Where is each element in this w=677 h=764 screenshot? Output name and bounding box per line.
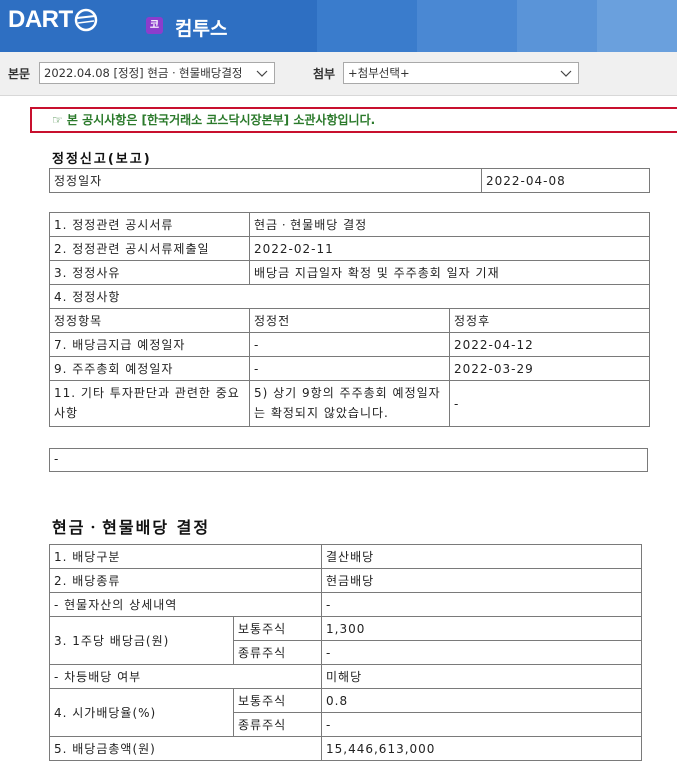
attach-select-value: +첨부선택+ [348, 66, 410, 80]
item-before: 5) 상기 9항의 주주총회 예정일자는 확정되지 않았습니다. [249, 380, 450, 427]
column-header: 정정후 [449, 308, 650, 333]
row-label: - 현물자산의 상세내역 [49, 592, 322, 617]
chevron-down-icon [560, 70, 572, 77]
row-value: 0.8 [321, 688, 642, 713]
table-row: 2. 정정관련 공시서류제출일 2022-02-11 [49, 236, 650, 261]
row-value: - [321, 712, 642, 737]
item-after: 2022-03-29 [449, 356, 650, 381]
row-label: 2. 정정관련 공시서류제출일 [49, 236, 250, 261]
row-label: 2. 배당종류 [49, 568, 322, 593]
row-label: 1. 배당구분 [49, 544, 322, 569]
item-name: 7. 배당금지급 예정일자 [49, 332, 250, 357]
header-decoration [257, 0, 677, 52]
table-row: 11. 기타 투자판단과 관련한 중요사항 5) 상기 9항의 주주총회 예정일… [49, 380, 650, 427]
date-label: 정정일자 [49, 168, 482, 193]
table-row: 3. 1주당 배당금(원) 보통주식 1,300 [49, 616, 642, 665]
column-header: 정정전 [249, 308, 450, 333]
column-header: 정정항목 [49, 308, 250, 333]
company-name[interactable]: 컴투스 [175, 14, 227, 41]
attach-select[interactable]: +첨부선택+ [343, 62, 579, 84]
row-value: - [321, 592, 642, 617]
correction-date-table: 정정일자 2022-04-08 [49, 168, 650, 193]
item-before: - [249, 332, 450, 357]
logo-text: DART [8, 6, 73, 33]
share-class: 종류주식 [233, 712, 322, 737]
row-label: 3. 1주당 배당금(원) [49, 616, 234, 665]
items-label: 4. 정정사항 [49, 284, 650, 309]
table-header-row: 정정항목 정정전 정정후 [49, 308, 650, 333]
table-row: 7. 배당금지급 예정일자 - 2022-04-12 [49, 332, 650, 357]
row-label: 3. 정정사유 [49, 260, 250, 285]
share-class: 보통주식 [233, 616, 322, 641]
item-after: - [449, 380, 650, 427]
table-row: 2. 배당종류 현금배당 [49, 568, 642, 593]
table-row: - 차등배당 여부 미해당 [49, 664, 642, 689]
app-header: DART 코 컴투스 [0, 0, 677, 52]
attach-label: 첨부 [313, 67, 336, 81]
table-row: 5. 배당금총액(원) 15,446,613,000 [49, 736, 642, 761]
item-name: 9. 주주총회 예정일자 [49, 356, 250, 381]
correction-note: - [49, 448, 648, 472]
chevron-down-icon [256, 70, 268, 77]
table-row: - 현물자산의 상세내역 - [49, 592, 642, 617]
row-label: 5. 배당금총액(원) [49, 736, 322, 761]
market-badge: 코 [146, 17, 163, 34]
dart-globe-icon [74, 8, 97, 32]
body-select-value: 2022.04.08 [정정] 현금ㆍ현물배당결정 [44, 66, 243, 80]
row-value: 현금배당 [321, 568, 642, 593]
table-row: 1. 정정관련 공시서류 현금ㆍ현물배당 결정 [49, 212, 650, 237]
jurisdiction-notice: ☞ 본 공시사항은 [한국거래소 코스닥시장본부] 소관사항입니다. [30, 107, 677, 133]
item-before: - [249, 356, 450, 381]
row-value: 1,300 [321, 616, 642, 641]
table-row: 4. 시가배당율(%) 보통주식 0.8 [49, 688, 642, 737]
table-row: 9. 주주총회 예정일자 - 2022-03-29 [49, 356, 650, 381]
row-label: - 차등배당 여부 [49, 664, 322, 689]
row-value: 15,446,613,000 [321, 736, 642, 761]
body-label: 본문 [8, 67, 31, 81]
body-select[interactable]: 2022.04.08 [정정] 현금ㆍ현물배당결정 [39, 62, 275, 84]
dividend-table: 1. 배당구분 결산배당 2. 배당종류 현금배당 - 현물자산의 상세내역 -… [49, 544, 642, 761]
row-label: 4. 시가배당율(%) [49, 688, 234, 737]
share-class: 종류주식 [233, 640, 322, 665]
row-value: 미해당 [321, 664, 642, 689]
row-value: 현금ㆍ현물배당 결정 [249, 212, 650, 237]
correction-title: 정정신고(보고) [52, 152, 152, 167]
date-value: 2022-04-08 [481, 168, 650, 193]
document-toolbar: 본문 2022.04.08 [정정] 현금ㆍ현물배당결정 첨부 +첨부선택+ [0, 52, 677, 96]
table-row: 정정일자 2022-04-08 [49, 168, 650, 193]
row-value: 배당금 지급일자 확정 및 주주총회 일자 기재 [249, 260, 650, 285]
table-row: 1. 배당구분 결산배당 [49, 544, 642, 569]
share-class: 보통주식 [233, 688, 322, 713]
table-row: 4. 정정사항 [49, 284, 650, 309]
row-label: 1. 정정관련 공시서류 [49, 212, 250, 237]
row-value: 2022-02-11 [249, 236, 650, 261]
dividend-title: 현금ㆍ현물배당 결정 [52, 518, 211, 537]
table-row: 3. 정정사유 배당금 지급일자 확정 및 주주총회 일자 기재 [49, 260, 650, 285]
item-name: 11. 기타 투자판단과 관련한 중요사항 [49, 380, 250, 427]
row-value: 결산배당 [321, 544, 642, 569]
correction-details-table: 1. 정정관련 공시서류 현금ㆍ현물배당 결정 2. 정정관련 공시서류제출일 … [49, 212, 650, 427]
item-after: 2022-04-12 [449, 332, 650, 357]
dart-logo[interactable]: DART [8, 6, 98, 33]
row-value: - [321, 640, 642, 665]
